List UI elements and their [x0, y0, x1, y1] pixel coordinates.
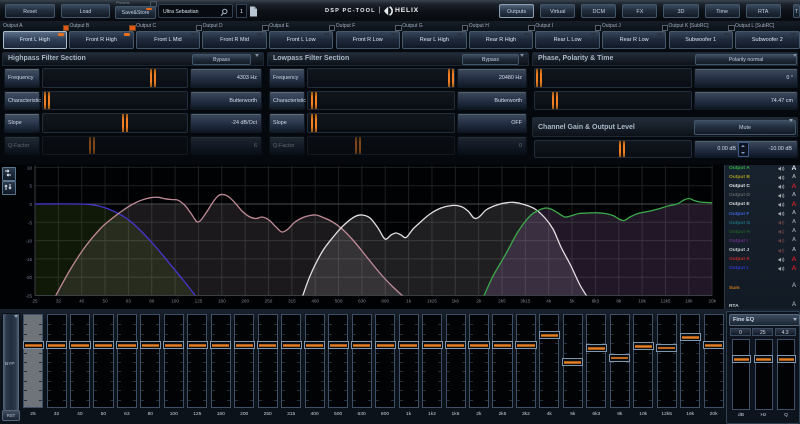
svg-text:800: 800 [381, 299, 389, 304]
svg-text:25: 25 [32, 299, 38, 304]
svg-text:160: 160 [218, 299, 226, 304]
svg-text:12k5: 12k5 [661, 299, 671, 304]
svg-text:200: 200 [241, 299, 249, 304]
svg-text:80: 80 [149, 299, 155, 304]
svg-text:1k6: 1k6 [452, 299, 460, 304]
svg-text:8k: 8k [616, 299, 622, 304]
svg-text:-15: -15 [25, 257, 32, 262]
svg-text:63: 63 [126, 299, 132, 304]
svg-text:-20: -20 [25, 275, 32, 280]
svg-text:2k5: 2k5 [498, 299, 506, 304]
svg-text:2k: 2k [476, 299, 482, 304]
svg-text:1k25: 1k25 [427, 299, 437, 304]
svg-text:10: 10 [27, 165, 33, 170]
svg-text:5k: 5k [570, 299, 576, 304]
svg-text:125: 125 [195, 299, 203, 304]
svg-text:250: 250 [265, 299, 273, 304]
svg-text:40: 40 [79, 299, 85, 304]
svg-text:6k3: 6k3 [592, 299, 600, 304]
svg-text:20k: 20k [708, 299, 716, 304]
svg-text:400: 400 [311, 299, 319, 304]
svg-text:100: 100 [171, 299, 179, 304]
svg-text:16k: 16k [685, 299, 693, 304]
svg-text:315: 315 [288, 299, 296, 304]
svg-text:-25: -25 [25, 294, 32, 299]
svg-text:10k: 10k [638, 299, 646, 304]
svg-text:500: 500 [335, 299, 343, 304]
svg-text:-10: -10 [25, 239, 32, 244]
svg-text:50: 50 [103, 299, 109, 304]
svg-text:4k: 4k [546, 299, 552, 304]
svg-text:3k15: 3k15 [520, 299, 530, 304]
svg-text:-5: -5 [28, 220, 32, 225]
svg-text:1k: 1k [406, 299, 412, 304]
svg-text:32: 32 [56, 299, 62, 304]
svg-text:630: 630 [358, 299, 366, 304]
